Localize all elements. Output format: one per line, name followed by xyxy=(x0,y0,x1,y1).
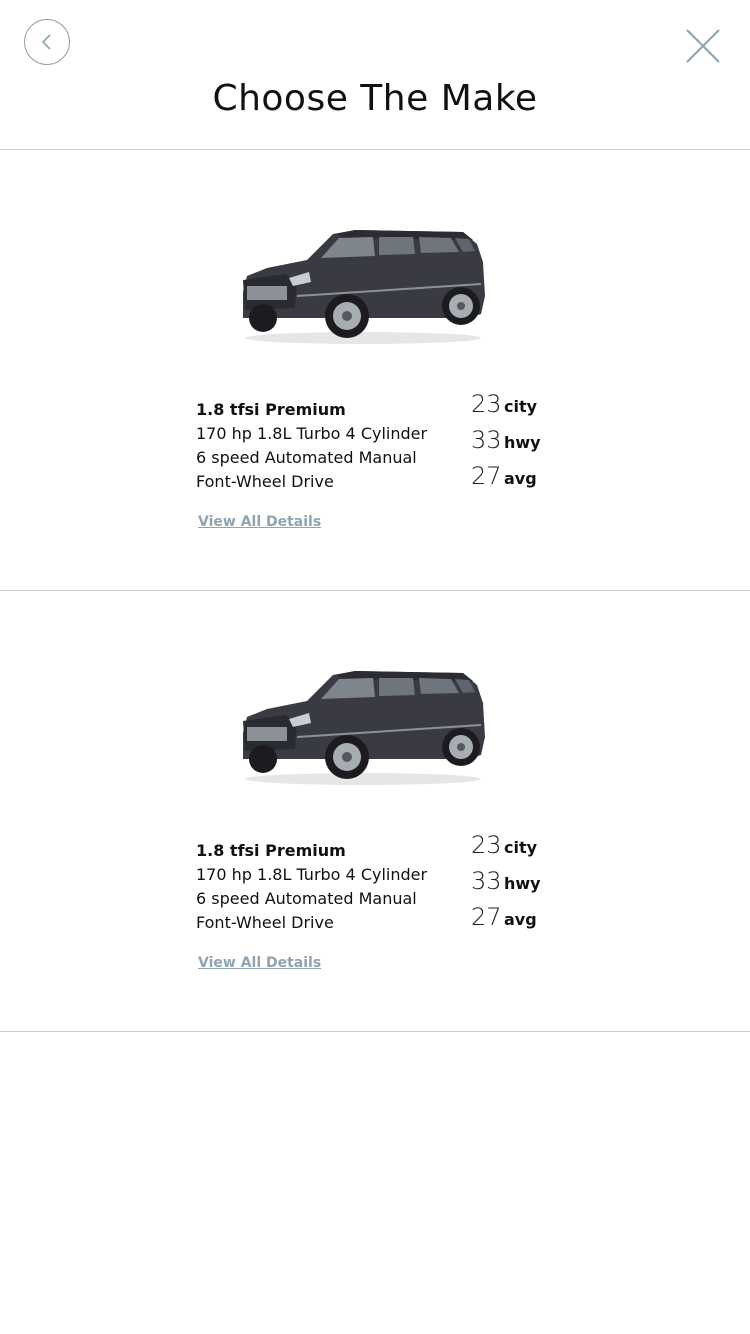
mpg-value: 23 xyxy=(471,390,502,418)
drivetrain-spec: Font-Wheel Drive xyxy=(196,913,334,932)
mpg-unit: avg xyxy=(504,910,537,929)
vehicle-card[interactable]: 1.8 tfsi Premium 170 hp 1.8L Turbo 4 Cyl… xyxy=(0,150,750,591)
mpg-hwy: 33 hwy xyxy=(471,867,591,903)
mpg-value: 33 xyxy=(471,867,502,895)
view-all-details-link[interactable]: View All Details xyxy=(198,514,321,530)
mpg-unit: hwy xyxy=(504,433,541,452)
chevron-left-icon xyxy=(41,34,51,50)
mpg-avg: 27 avg xyxy=(471,462,591,498)
spec-list: 1.8 tfsi Premium 170 hp 1.8L Turbo 4 Cyl… xyxy=(196,839,456,935)
engine-spec: 170 hp 1.8L Turbo 4 Cylinder xyxy=(196,424,428,443)
mpg-list: 23 city 33 hwy 27 avg xyxy=(471,390,591,498)
close-icon xyxy=(686,29,720,63)
mpg-city: 23 city xyxy=(471,831,591,867)
view-all-details-link[interactable]: View All Details xyxy=(198,955,321,971)
mpg-unit: city xyxy=(504,838,538,857)
close-button[interactable] xyxy=(684,27,722,65)
transmission-spec: 6 speed Automated Manual xyxy=(196,448,417,467)
suv-image xyxy=(243,230,485,344)
mpg-value: 27 xyxy=(471,462,502,490)
page-title: Choose The Make xyxy=(212,78,538,119)
trim-name: 1.8 tfsi Premium xyxy=(196,841,346,860)
mpg-value: 33 xyxy=(471,426,502,454)
drivetrain-spec: Font-Wheel Drive xyxy=(196,472,334,491)
trim-name: 1.8 tfsi Premium xyxy=(196,400,346,419)
mpg-avg: 27 avg xyxy=(471,903,591,939)
header: Choose The Make xyxy=(0,0,750,150)
mpg-value: 23 xyxy=(471,831,502,859)
back-button[interactable] xyxy=(24,19,70,65)
mpg-hwy: 33 hwy xyxy=(471,426,591,462)
mpg-city: 23 city xyxy=(471,390,591,426)
mpg-unit: hwy xyxy=(504,874,541,893)
mpg-unit: avg xyxy=(504,469,537,488)
mpg-list: 23 city 33 hwy 27 avg xyxy=(471,831,591,939)
mpg-unit: city xyxy=(504,397,538,416)
mpg-value: 27 xyxy=(471,903,502,931)
spec-list: 1.8 tfsi Premium 170 hp 1.8L Turbo 4 Cyl… xyxy=(196,398,456,494)
vehicle-card[interactable]: 1.8 tfsi Premium 170 hp 1.8L Turbo 4 Cyl… xyxy=(0,591,750,1032)
engine-spec: 170 hp 1.8L Turbo 4 Cylinder xyxy=(196,865,428,884)
suv-image xyxy=(243,671,485,785)
transmission-spec: 6 speed Automated Manual xyxy=(196,889,417,908)
